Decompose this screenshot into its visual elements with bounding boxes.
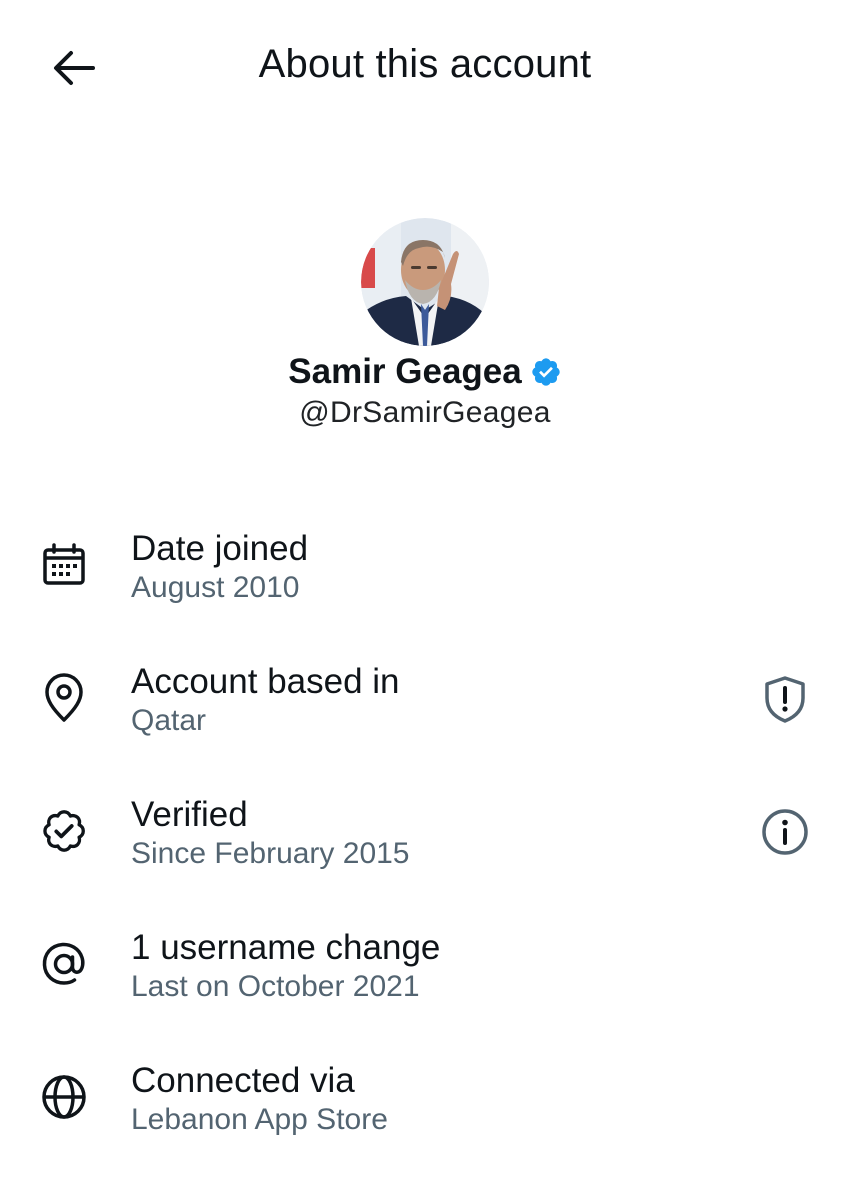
detail-value: Since February 2015 [131,837,410,870]
at-sign-icon [36,936,92,992]
verified-badge-icon[interactable] [530,356,562,388]
detail-row-date-joined: Date joined August 2010 [0,515,850,648]
page-title: About this account [258,42,592,86]
info-button[interactable] [754,801,816,863]
detail-row-username-change: 1 username change Last on October 2021 [0,914,850,1047]
info-icon [762,809,808,855]
detail-value: Last on October 2021 [131,970,420,1003]
detail-title: Date joined [131,529,309,568]
detail-row-account-based-in: Account based in Qatar [0,648,850,781]
detail-value: Lebanon App Store [131,1103,388,1136]
display-name: Samir Geagea [288,352,522,391]
detail-title: 1 username change [131,928,441,967]
profile-summary: Samir Geagea @DrSamirGeagea [0,218,850,430]
avatar[interactable] [361,218,489,346]
detail-value: Qatar [131,704,207,737]
calendar-icon [36,537,92,593]
globe-icon [36,1069,92,1125]
location-pin-icon [36,670,92,726]
detail-row-verified: Verified Since February 2015 [0,781,850,914]
name-row: Samir Geagea [0,348,850,396]
shield-alert-button[interactable] [754,668,816,730]
detail-title: Connected via [131,1061,355,1100]
detail-title: Verified [131,795,248,834]
user-handle: @DrSamirGeagea [299,396,551,429]
detail-row-connected-via: Connected via Lebanon App Store [0,1047,850,1180]
detail-title: Account based in [131,662,400,701]
header-bar: About this account [0,0,850,135]
account-details-list: Date joined August 2010 Account based in… [0,515,850,1180]
verified-outline-icon [36,803,92,859]
detail-value: August 2010 [131,571,300,604]
shield-alert-icon [765,676,805,723]
